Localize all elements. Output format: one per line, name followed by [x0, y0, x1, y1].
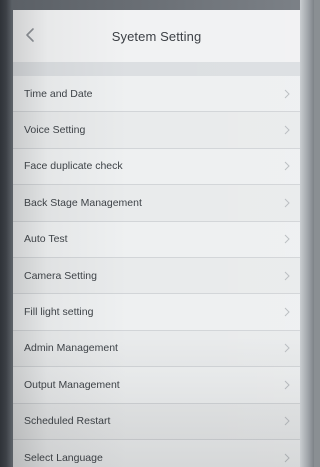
menu-item-back-stage-management[interactable]: Back Stage Management — [13, 185, 300, 222]
menu-item-auto-test[interactable]: Auto Test — [13, 221, 300, 258]
device-edge — [300, 0, 314, 467]
chevron-right-icon — [284, 162, 290, 171]
chevron-right-icon — [284, 344, 290, 353]
menu-item-label: Select Language — [24, 451, 103, 464]
menu-item-label: Output Management — [24, 378, 120, 391]
chevron-right-icon — [284, 416, 290, 426]
chevron-right-icon — [284, 271, 290, 280]
chevron-right-icon — [284, 380, 290, 390]
menu-item-label: Voice Setting — [24, 124, 86, 137]
menu-item-output-management[interactable]: Output Management — [13, 367, 300, 404]
chevron-right-icon — [284, 125, 290, 135]
menu-item-camera-setting[interactable]: Camera Setting — [13, 257, 300, 295]
menu-item-fill-light-setting[interactable]: Fill light setting — [13, 294, 300, 331]
menu-item-select-language[interactable]: Select Language — [13, 439, 300, 467]
chevron-right-icon — [284, 307, 290, 317]
chevron-right-icon — [284, 453, 290, 462]
header-divider — [13, 62, 300, 76]
menu-item-label: Scheduled Restart — [24, 415, 111, 428]
chevron-right-icon — [284, 198, 290, 208]
title-bar: Syetem Setting — [13, 10, 300, 62]
chevron-right-icon — [284, 89, 290, 99]
page-title: Syetem Setting — [111, 29, 202, 44]
menu-item-label: Auto Test — [24, 233, 68, 246]
menu-item-voice-setting[interactable]: Voice Setting — [13, 112, 300, 149]
menu-item-label: Back Stage Management — [24, 196, 142, 209]
menu-item-time-and-date[interactable]: Time and Date — [13, 76, 300, 113]
menu-item-label: Admin Management — [24, 342, 118, 355]
menu-item-label: Time and Date — [24, 87, 93, 100]
screen: Syetem Setting Time and Date Voice Setti… — [13, 10, 300, 467]
menu-item-label: Face duplicate check — [24, 160, 123, 173]
chevron-right-icon — [284, 234, 290, 244]
menu-item-label: Fill light setting — [24, 306, 94, 319]
menu-item-face-duplicate-check[interactable]: Face duplicate check — [13, 148, 300, 186]
menu-item-label: Camera Setting — [24, 269, 97, 282]
menu-item-admin-management[interactable]: Admin Management — [13, 330, 300, 368]
menu-item-scheduled-restart[interactable]: Scheduled Restart — [13, 403, 300, 440]
settings-menu: Time and Date Voice Setting Face duplica… — [13, 76, 300, 467]
